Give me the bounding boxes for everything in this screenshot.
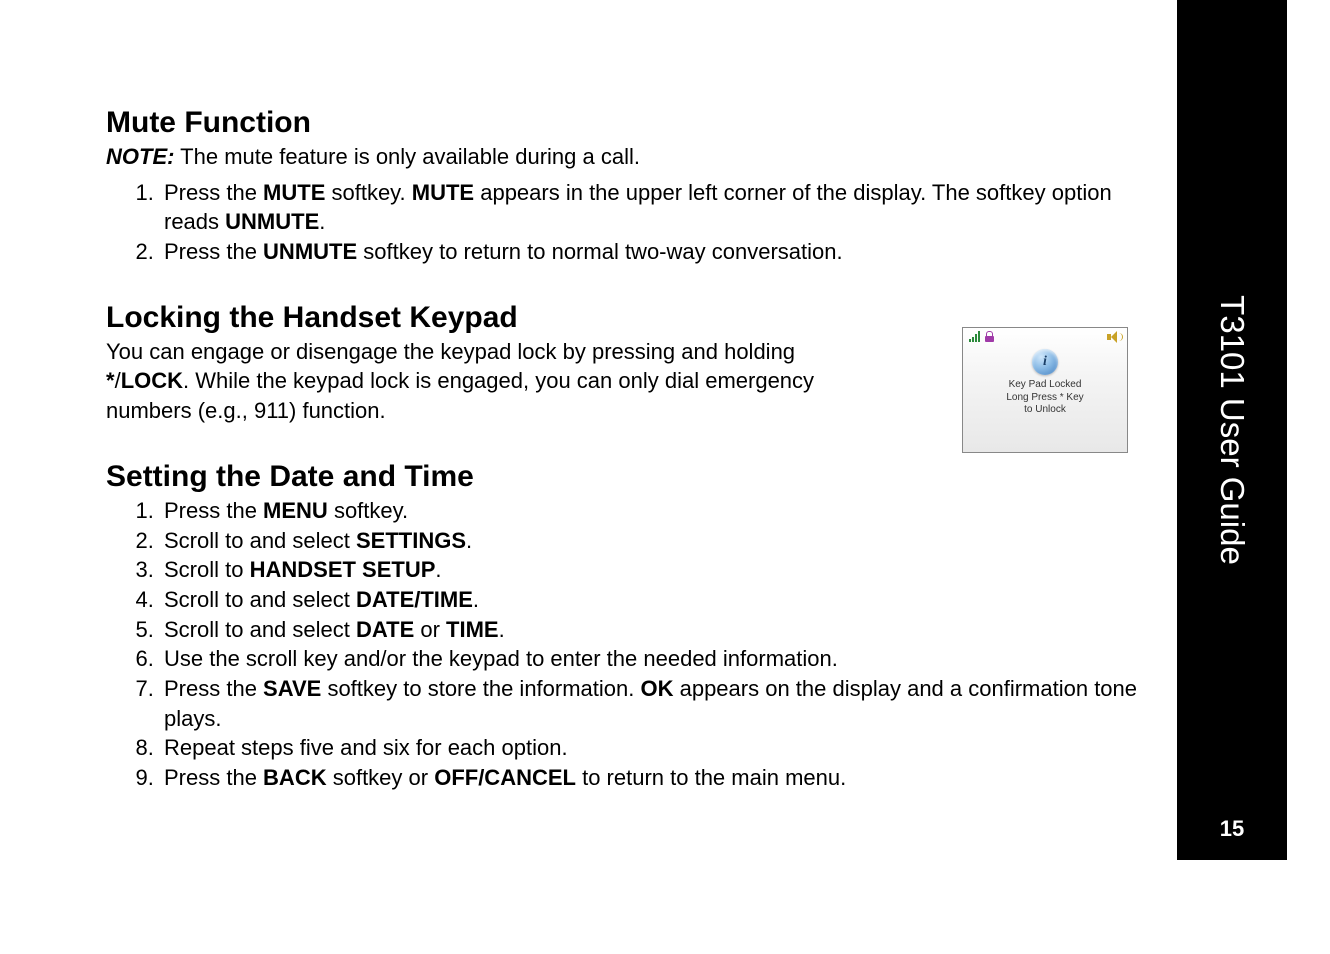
speaker-icon xyxy=(1107,331,1121,343)
steps-date-time: Press the MENU softkey. Scroll to and se… xyxy=(106,496,1146,793)
phone-message-line: to Unlock xyxy=(1006,404,1083,417)
note-mute: NOTE: The mute feature is only available… xyxy=(106,142,1146,172)
phone-message-line: Long Press * Key xyxy=(1006,392,1083,405)
info-icon: i xyxy=(1032,349,1058,375)
list-item: Press the SAVE softkey to store the info… xyxy=(160,674,1146,733)
note-text: The mute feature is only available durin… xyxy=(174,144,640,169)
page-number: 15 xyxy=(1177,816,1287,842)
heading-mute-function: Mute Function xyxy=(106,106,1146,140)
list-item: Press the MUTE softkey. MUTE appears in … xyxy=(160,178,1146,237)
document-page: Mute Function NOTE: The mute feature is … xyxy=(0,0,1287,860)
list-item: Scroll to and select DATE/TIME. xyxy=(160,585,1146,615)
list-item: Scroll to and select DATE or TIME. xyxy=(160,615,1146,645)
phone-center: i Key Pad Locked Long Press * Key to Unl… xyxy=(963,349,1127,417)
phone-status-bar xyxy=(963,328,1127,343)
phone-message: Key Pad Locked Long Press * Key to Unloc… xyxy=(1006,379,1083,417)
phone-screen-figure: i Key Pad Locked Long Press * Key to Unl… xyxy=(962,327,1128,453)
body-locking-keypad: You can engage or disengage the keypad l… xyxy=(106,337,866,426)
list-item: Scroll to HANDSET SETUP. xyxy=(160,555,1146,585)
steps-mute: Press the MUTE softkey. MUTE appears in … xyxy=(106,178,1146,267)
phone-message-line: Key Pad Locked xyxy=(1006,379,1083,392)
note-label: NOTE: xyxy=(106,144,174,169)
list-item: Scroll to and select SETTINGS. xyxy=(160,526,1146,556)
document-title: T3101 User Guide xyxy=(1213,295,1251,565)
list-item: Use the scroll key and/or the keypad to … xyxy=(160,644,1146,674)
list-item: Repeat steps five and six for each optio… xyxy=(160,733,1146,763)
sidebar: T3101 User Guide 15 xyxy=(1177,0,1287,860)
list-item: Press the BACK softkey or OFF/CANCEL to … xyxy=(160,763,1146,793)
list-item: Press the MENU softkey. xyxy=(160,496,1146,526)
heading-date-time: Setting the Date and Time xyxy=(106,460,1146,494)
signal-icon xyxy=(969,331,981,342)
lock-icon xyxy=(985,331,994,342)
list-item: Press the UNMUTE softkey to return to no… xyxy=(160,237,1146,267)
